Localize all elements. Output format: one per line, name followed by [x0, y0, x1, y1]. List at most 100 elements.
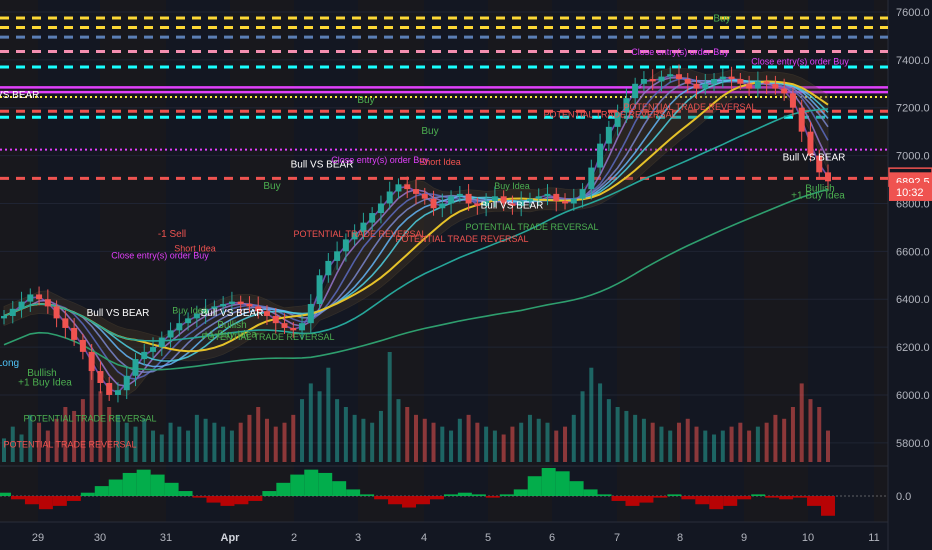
- volume-bar: [422, 418, 427, 462]
- volume-bar: [256, 407, 261, 462]
- price-tag-label: 10:32: [896, 187, 924, 199]
- oscillator-bar: [779, 496, 794, 500]
- candle-body: [772, 83, 779, 89]
- volume-bar: [659, 426, 664, 462]
- oscillator-bar: [290, 474, 305, 496]
- volume-bar: [466, 414, 471, 462]
- volume-bar: [729, 426, 734, 462]
- oscillator-bar: [527, 476, 542, 496]
- candle-body: [88, 351, 95, 372]
- volume-bar: [352, 414, 357, 462]
- volume-bar: [501, 434, 506, 462]
- time-tick-label: 30: [94, 532, 106, 544]
- annotation-label: POTENTIAL TRADE REVERSAL: [623, 102, 756, 112]
- volume-bar: [361, 418, 366, 462]
- volume-bar: [676, 422, 681, 462]
- volume-bar: [668, 430, 673, 462]
- oscillator-bar: [122, 472, 137, 496]
- oscillator-bar: [220, 496, 235, 506]
- volume-bar: [554, 430, 559, 462]
- volume-bar: [142, 418, 147, 462]
- candle-body: [737, 78, 744, 84]
- candle-body: [413, 189, 419, 194]
- candle-body: [150, 347, 157, 352]
- session-band: [874, 0, 888, 522]
- time-tick-label: 8: [677, 532, 683, 544]
- volume-bar: [343, 407, 348, 462]
- oscillator-bar: [416, 496, 430, 505]
- candle-body: [649, 78, 656, 82]
- oscillator-bar: [136, 469, 151, 496]
- annotation-label: Bullish: [805, 184, 834, 195]
- candle-body: [474, 203, 481, 206]
- candle-body: [544, 193, 551, 197]
- oscillator-bar: [485, 496, 500, 498]
- volume-bar: [300, 399, 305, 462]
- volume-bar: [589, 367, 594, 462]
- oscillator-bar: [150, 474, 165, 496]
- candle-body: [711, 78, 718, 84]
- annotation-label: Buy: [713, 14, 730, 25]
- annotation-label: +1 Buy Idea: [18, 377, 72, 388]
- candle-body: [377, 203, 384, 214]
- candle-body: [781, 88, 788, 94]
- oscillator-bar: [360, 494, 375, 496]
- volume-bar: [536, 418, 541, 462]
- annotation-label: Buy: [263, 181, 280, 192]
- candle-body: [97, 371, 104, 384]
- annotation-label: Short Idea: [419, 157, 461, 167]
- volume-bar: [273, 426, 278, 462]
- volume-bar: [633, 414, 638, 462]
- volume-bar: [703, 430, 708, 462]
- oscillator-bar: [639, 496, 654, 503]
- oscillator-bar: [318, 472, 333, 496]
- time-tick-label: 10: [802, 532, 814, 544]
- oscillator-bar: [583, 489, 598, 496]
- oscillator-bar: [402, 496, 416, 508]
- volume-bar: [598, 383, 603, 462]
- candle-body: [79, 339, 86, 352]
- volume-bar: [151, 430, 156, 462]
- oscillator-bar: [192, 496, 207, 498]
- candle-body: [693, 83, 700, 89]
- oscillator-bar: [569, 481, 584, 496]
- volume-bar: [203, 418, 208, 462]
- oscillator-bar: [206, 496, 221, 503]
- oscillator-bar: [695, 496, 710, 505]
- volume-bar: [563, 426, 568, 462]
- volume-bar: [510, 426, 515, 462]
- candle-body: [27, 294, 34, 302]
- candle-body: [439, 203, 446, 209]
- price-tags: 6910.06892.510:32: [888, 167, 932, 201]
- oscillator-bar: [234, 496, 249, 505]
- volume-bar: [764, 422, 769, 462]
- candle-body: [675, 74, 682, 79]
- candle-body: [754, 81, 761, 89]
- candle-body: [456, 193, 463, 197]
- annotation-label: POTENTIAL TRADE REVERSAL: [23, 413, 156, 423]
- volume-bar: [694, 426, 699, 462]
- oscillator-bar: [723, 496, 738, 506]
- volume-bar: [98, 391, 103, 462]
- oscillator-bar: [388, 496, 403, 505]
- volume-bar: [431, 422, 436, 462]
- volume-bar: [808, 399, 813, 462]
- volume-bar: [790, 407, 795, 462]
- annotation-label: Bull VS BEAR: [0, 90, 39, 101]
- oscillator-bar: [499, 494, 514, 496]
- volume-bar: [229, 430, 234, 462]
- oscillator-bar: [541, 468, 556, 496]
- volume-bar: [519, 422, 524, 462]
- candle-body: [114, 390, 121, 395]
- oscillator-bar: [709, 496, 724, 510]
- annotation-label: POTENTIAL TRADE REVERSAL: [395, 234, 528, 244]
- trading-chart[interactable]: Bull VS BEARBull VS BEARBull VS BEARBull…: [0, 0, 932, 550]
- candle-body: [281, 323, 288, 328]
- annotation-label: Close entry(s) order Buy: [751, 57, 849, 67]
- volume-bar: [773, 414, 778, 462]
- candle-body: [702, 83, 709, 89]
- annotation-label: Bull VS BEAR: [201, 308, 264, 319]
- volume-bar: [440, 426, 445, 462]
- annotation-label: POTENTIAL TRADE REVERSAL: [3, 440, 136, 450]
- annotation-label: -1 Sell: [158, 229, 186, 240]
